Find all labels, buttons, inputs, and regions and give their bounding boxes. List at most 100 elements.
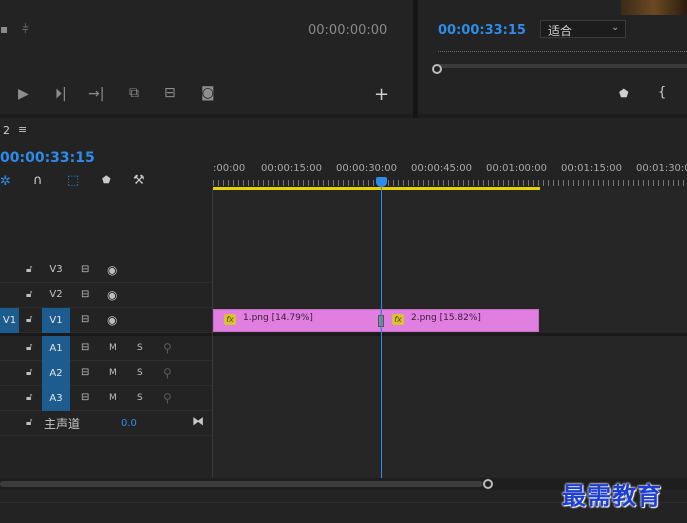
track-lane[interactable] (213, 283, 687, 308)
microphone-icon[interactable]: ⚲ (163, 391, 172, 405)
go-to-edit-point-icon[interactable]: ⧓ (192, 414, 204, 428)
mute-button[interactable]: M (109, 368, 117, 378)
solo-button[interactable]: S (137, 343, 143, 353)
time-ruler[interactable]: :00:00 00:00:15:00 00:00:30:00 00:00:45:… (213, 158, 687, 190)
microphone-icon[interactable]: ⚲ (163, 341, 172, 355)
program-monitor-panel: 00:00:33:15 适合 ⌄ ⬟ { (418, 0, 687, 114)
timeline-empty-area[interactable] (213, 190, 687, 258)
track-name[interactable]: V2 (44, 289, 68, 300)
wrench-icon[interactable]: ⚒ (133, 173, 145, 188)
track-lane[interactable] (213, 361, 687, 386)
track-lane[interactable] (213, 411, 687, 436)
settings-icon[interactable]: ▪ (0, 22, 8, 36)
track-header: 🔓︎ A1 ⊟ M S ⚲ (0, 336, 212, 361)
insert-icon[interactable]: ⧉ (129, 86, 139, 100)
clip-label: 2.png [15.82%] (411, 313, 481, 323)
drag-audio-icon[interactable]: ⫩ (22, 22, 29, 36)
track-lane[interactable] (213, 258, 687, 283)
add-marker-icon[interactable]: ⬟ (102, 175, 111, 186)
lock-icon[interactable]: 🔓︎ (26, 392, 32, 403)
track-header: 🔓︎ V2 ⊟ ◉ (0, 283, 212, 308)
go-to-out-icon[interactable]: →| (88, 87, 104, 101)
eye-icon[interactable]: ◉ (107, 313, 117, 327)
sync-lock-icon[interactable]: ⊟ (81, 264, 89, 275)
master-volume-value[interactable]: 0.0 (121, 418, 137, 429)
lock-icon[interactable]: 🔓︎ (26, 289, 32, 300)
track-v2: 🔓︎ V2 ⊟ ◉ (0, 283, 687, 308)
track-name[interactable]: A2 (42, 361, 70, 386)
clip-2[interactable]: fx 2.png [15.82%] (381, 309, 539, 332)
mute-button[interactable]: M (109, 393, 117, 403)
ruler-label: 00:00:30:00 (336, 163, 398, 174)
play-icon[interactable]: ▶ (18, 87, 29, 101)
zoom-scroll-bar[interactable] (438, 64, 687, 68)
program-timecode[interactable]: 00:00:33:15 (438, 23, 526, 38)
track-header: V1 🔓︎ V1 ⊟ ◉ (0, 308, 212, 333)
timeline-panel: 2 ≡ 00:00:33:15 ✲ ∩ ⬚ ⬟ ⚒ :00:00 00:00:1… (0, 118, 687, 523)
marker-icon[interactable]: ⬟ (619, 87, 629, 100)
source-monitor-panel: ▪ ⫩ 00:00:00:00 ▶ ⏵| →| ⧉ ⊟ ◙ + (0, 0, 413, 114)
scrollbar-zoom-handle[interactable] (483, 479, 493, 489)
source-timecode: 00:00:00:00 (308, 23, 388, 38)
clip-1[interactable]: fx 1.png [14.79%] (213, 309, 381, 332)
ruler-label: :00:00 (213, 163, 246, 174)
track-name[interactable]: V3 (44, 264, 68, 275)
sync-lock-icon[interactable]: ⊟ (81, 289, 89, 300)
mark-in-icon[interactable]: { (658, 85, 666, 100)
fx-badge: fx (392, 314, 404, 325)
track-lane[interactable]: fx 1.png [14.79%] fx 2.png [15.82%] (213, 308, 687, 333)
fx-badge: fx (224, 314, 236, 325)
solo-button[interactable]: S (137, 393, 143, 403)
zoom-handle[interactable] (432, 64, 442, 74)
ruler-label: 00:00:45:00 (411, 163, 473, 174)
timeline-current-time[interactable]: 00:00:33:15 (0, 150, 95, 166)
track-a3: 🔓︎ A3 ⊟ M S ⚲ (0, 386, 687, 411)
track-header: 🔓︎ 主声道 0.0 ⧓ (0, 411, 212, 436)
master-track-label: 主声道 (44, 417, 81, 431)
chevron-down-icon: ⌄ (611, 22, 620, 33)
scrollbar-thumb[interactable] (0, 481, 483, 487)
overwrite-icon[interactable]: ⊟ (164, 86, 176, 100)
add-button-icon[interactable]: + (374, 84, 389, 105)
playhead-handle[interactable] (376, 177, 387, 187)
track-master: 🔓︎ 主声道 0.0 ⧓ (0, 411, 687, 436)
lock-icon[interactable]: 🔓︎ (26, 417, 32, 428)
ruler-label: 00:00:15:00 (261, 163, 323, 174)
source-patch-v1[interactable]: V1 (0, 308, 19, 333)
watermark-logo: 最需教育 (562, 481, 662, 510)
playhead-line[interactable] (381, 178, 382, 478)
clip-label: 1.png [14.79%] (243, 313, 313, 323)
track-a2: 🔓︎ A2 ⊟ M S ⚲ (0, 361, 687, 386)
ruler-label: 00:01:30:00 (636, 163, 687, 174)
eye-icon[interactable]: ◉ (107, 263, 117, 277)
track-lane[interactable] (213, 336, 687, 361)
microphone-icon[interactable]: ⚲ (163, 366, 172, 380)
timeline-empty-area-lower[interactable] (213, 436, 687, 478)
fit-select[interactable]: 适合 ⌄ (540, 20, 626, 38)
linked-selection-icon[interactable]: ⬚ (67, 173, 79, 188)
lock-icon[interactable]: 🔓︎ (26, 264, 32, 275)
lock-icon[interactable]: 🔓︎ (26, 314, 32, 325)
track-name[interactable]: V1 (42, 308, 70, 333)
sync-lock-icon[interactable]: ⊟ (81, 392, 89, 403)
nest-sequence-icon[interactable]: ✲ (0, 174, 11, 189)
mute-button[interactable]: M (109, 343, 117, 353)
snap-magnet-icon[interactable]: ∩ (33, 173, 43, 188)
preview-image-thumbnail (621, 0, 687, 15)
sync-lock-icon[interactable]: ⊟ (81, 367, 89, 378)
lock-icon[interactable]: 🔓︎ (26, 367, 32, 378)
solo-button[interactable]: S (137, 368, 143, 378)
track-name[interactable]: A1 (42, 336, 70, 361)
export-frame-icon[interactable]: ◙ (201, 86, 215, 100)
lock-icon[interactable]: 🔓︎ (26, 342, 32, 353)
sync-lock-icon[interactable]: ⊟ (81, 314, 89, 325)
hamburger-menu-icon[interactable]: ≡ (18, 123, 27, 136)
timeline-tab-label[interactable]: 2 (3, 124, 10, 137)
track-name[interactable]: A3 (42, 386, 70, 411)
step-forward-icon[interactable]: ⏵| (55, 87, 67, 101)
track-lane[interactable] (213, 386, 687, 411)
ruler-label: 00:01:00:00 (486, 163, 548, 174)
eye-icon[interactable]: ◉ (107, 288, 117, 302)
sync-lock-icon[interactable]: ⊟ (81, 342, 89, 353)
program-ruler[interactable] (438, 51, 687, 53)
